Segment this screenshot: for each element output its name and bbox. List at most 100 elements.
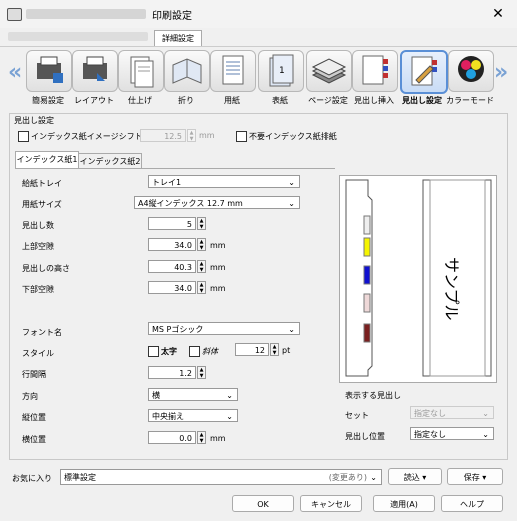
horizontal-position-spinner[interactable]: ▲ ▼: [197, 431, 206, 444]
top-gap-spinner[interactable]: ▲ ▼: [197, 238, 206, 251]
font-size-input[interactable]: 12: [235, 343, 269, 356]
help-button[interactable]: ヘルプ: [441, 495, 503, 512]
tab-detail-settings[interactable]: 詳細設定: [154, 30, 202, 46]
bottom-gap-spinner[interactable]: ▲ ▼: [197, 281, 206, 294]
preview-sample-text: サンプル: [441, 257, 465, 321]
ribbon-btn-page-setting[interactable]: [306, 50, 352, 92]
chevron-down-icon: ⌄: [288, 325, 295, 334]
svg-text:1: 1: [279, 66, 285, 76]
font-value: MS Pゴシック: [152, 325, 204, 334]
load-button[interactable]: 読込 ▾: [388, 468, 442, 485]
paper-icon: [222, 55, 244, 85]
tray-value: トレイ1: [152, 178, 182, 187]
line-spacing-spinner[interactable]: ▲ ▼: [197, 366, 206, 379]
ribbon-btn-simple[interactable]: [26, 50, 72, 92]
font-select[interactable]: MS Pゴシック ⌄: [148, 322, 300, 335]
horizontal-position-unit: mm: [210, 434, 226, 443]
chevron-down-icon: ⌄: [482, 409, 489, 418]
ribbon-label-paper: 用紙: [224, 96, 240, 105]
apply-button[interactable]: 適用(A): [373, 495, 435, 512]
ribbon-btn-finishing[interactable]: [118, 50, 164, 92]
dropdown-arrow-icon: ▾: [422, 473, 427, 482]
layout-icon: [83, 56, 107, 81]
blurred-printer-model: [8, 32, 148, 41]
image-shift-label: インデックス紙イメージシフト: [31, 132, 143, 141]
tab-height-input[interactable]: 40.3: [148, 260, 196, 273]
close-icon[interactable]: ✕: [486, 5, 510, 23]
remove-tabs-checkbox[interactable]: [236, 131, 247, 142]
preview-tab-blue: [363, 265, 371, 285]
ribbon-label-color-mode: カラーモード: [446, 96, 494, 105]
bottom-gap-input[interactable]: 34.0: [148, 281, 196, 294]
tab-height-unit: mm: [210, 263, 226, 272]
vertical-position-value: 中央揃え: [152, 412, 184, 421]
ribbon-btn-layout[interactable]: [72, 50, 118, 92]
image-shift-unit: mm: [199, 131, 215, 140]
ribbon-label-cover: 表紙: [272, 96, 288, 105]
line-spacing-input[interactable]: 1.2: [148, 366, 196, 379]
save-label: 保存: [463, 473, 480, 482]
ribbon-btn-cover[interactable]: 1: [258, 50, 304, 92]
ribbon-label-tab-insert: 見出し挿入: [354, 96, 394, 105]
chevron-down-icon: ⌄: [288, 178, 295, 187]
title-bar: 印刷設定 ✕: [0, 0, 517, 28]
italic-label: 斜体: [202, 347, 218, 356]
tab-index-paper-2[interactable]: インデックス紙2: [78, 153, 142, 169]
remove-tabs-label: 不要インデックス紙排紙: [249, 132, 337, 141]
paper-size-select[interactable]: A4縦インデックス 12.7 mm ⌄: [134, 196, 300, 209]
save-button[interactable]: 保存 ▾: [447, 468, 503, 485]
tab-position-select[interactable]: 指定なし ⌄: [410, 427, 494, 440]
ribbon-btn-fold[interactable]: [164, 50, 210, 92]
favorites-label: お気に入り: [12, 474, 52, 483]
tab-count-input[interactable]: 5: [148, 217, 196, 230]
bold-checkbox[interactable]: [148, 346, 159, 357]
section-title: 見出し設定: [14, 116, 54, 125]
cover-icon: 1: [269, 54, 294, 87]
favorites-value: 標準設定: [64, 473, 96, 482]
paper-size-value: A4縦インデックス 12.7 mm: [138, 199, 243, 208]
printer-settings-icon: [37, 56, 63, 83]
horizontal-position-input[interactable]: 0.0: [148, 431, 196, 444]
tab-count-label: 見出し数: [22, 221, 54, 230]
preview-canvas: [345, 179, 492, 377]
ribbon-btn-tab-insert[interactable]: [352, 50, 398, 92]
window-title: 印刷設定: [152, 11, 192, 22]
line-spacing-label: 行間隔: [22, 370, 46, 379]
font-size-spinner[interactable]: ▲ ▼: [270, 343, 279, 356]
set-value: 指定なし: [414, 409, 446, 418]
font-size-unit: pt: [282, 346, 291, 355]
preview-tab-pink: [363, 293, 371, 313]
tray-select[interactable]: トレイ1 ⌄: [148, 175, 300, 188]
italic-checkbox[interactable]: [189, 346, 200, 357]
set-label: セット: [345, 411, 369, 420]
cancel-button[interactable]: キャンセル: [300, 495, 362, 512]
set-select[interactable]: 指定なし ⌄: [410, 406, 494, 419]
ok-button[interactable]: OK: [232, 495, 294, 512]
ribbon-btn-paper[interactable]: [210, 50, 256, 92]
tab-count-spinner[interactable]: ▲ ▼: [197, 217, 206, 230]
image-shift-spinner[interactable]: ▲ ▼: [187, 129, 196, 142]
image-shift-checkbox[interactable]: [18, 131, 29, 142]
blurred-printer-name: [26, 9, 146, 19]
dropdown-arrow-icon: ▾: [482, 473, 487, 482]
printer-header: [0, 28, 517, 46]
ribbon-right-arrow-icon[interactable]: »: [494, 60, 508, 85]
chevron-down-icon: ⌄: [482, 430, 489, 439]
preview-tab-red: [363, 323, 371, 343]
top-gap-input[interactable]: 34.0: [148, 238, 196, 251]
vertical-position-select[interactable]: 中央揃え ⌄: [148, 409, 238, 422]
direction-select[interactable]: 横 ⌄: [148, 388, 238, 401]
finishing-icon: [130, 56, 154, 88]
tab-index-paper-1[interactable]: インデックス紙1: [15, 151, 79, 169]
image-shift-input[interactable]: 12.5: [140, 129, 186, 142]
ribbon-btn-tab-setting[interactable]: [400, 50, 448, 94]
favorites-select[interactable]: 標準設定 (変更あり) ⌄: [60, 469, 382, 485]
ribbon-btn-color-mode[interactable]: [448, 50, 494, 92]
chevron-down-icon: ⌄: [226, 412, 233, 421]
tray-label: 給紙トレイ: [22, 179, 62, 188]
chevron-down-icon: ⌄: [370, 473, 377, 482]
ribbon-left-arrow-icon[interactable]: «: [8, 60, 22, 85]
chevron-down-icon: ⌄: [288, 199, 295, 208]
chevron-down-icon: ⌄: [226, 391, 233, 400]
tab-height-spinner[interactable]: ▲ ▼: [197, 260, 206, 273]
